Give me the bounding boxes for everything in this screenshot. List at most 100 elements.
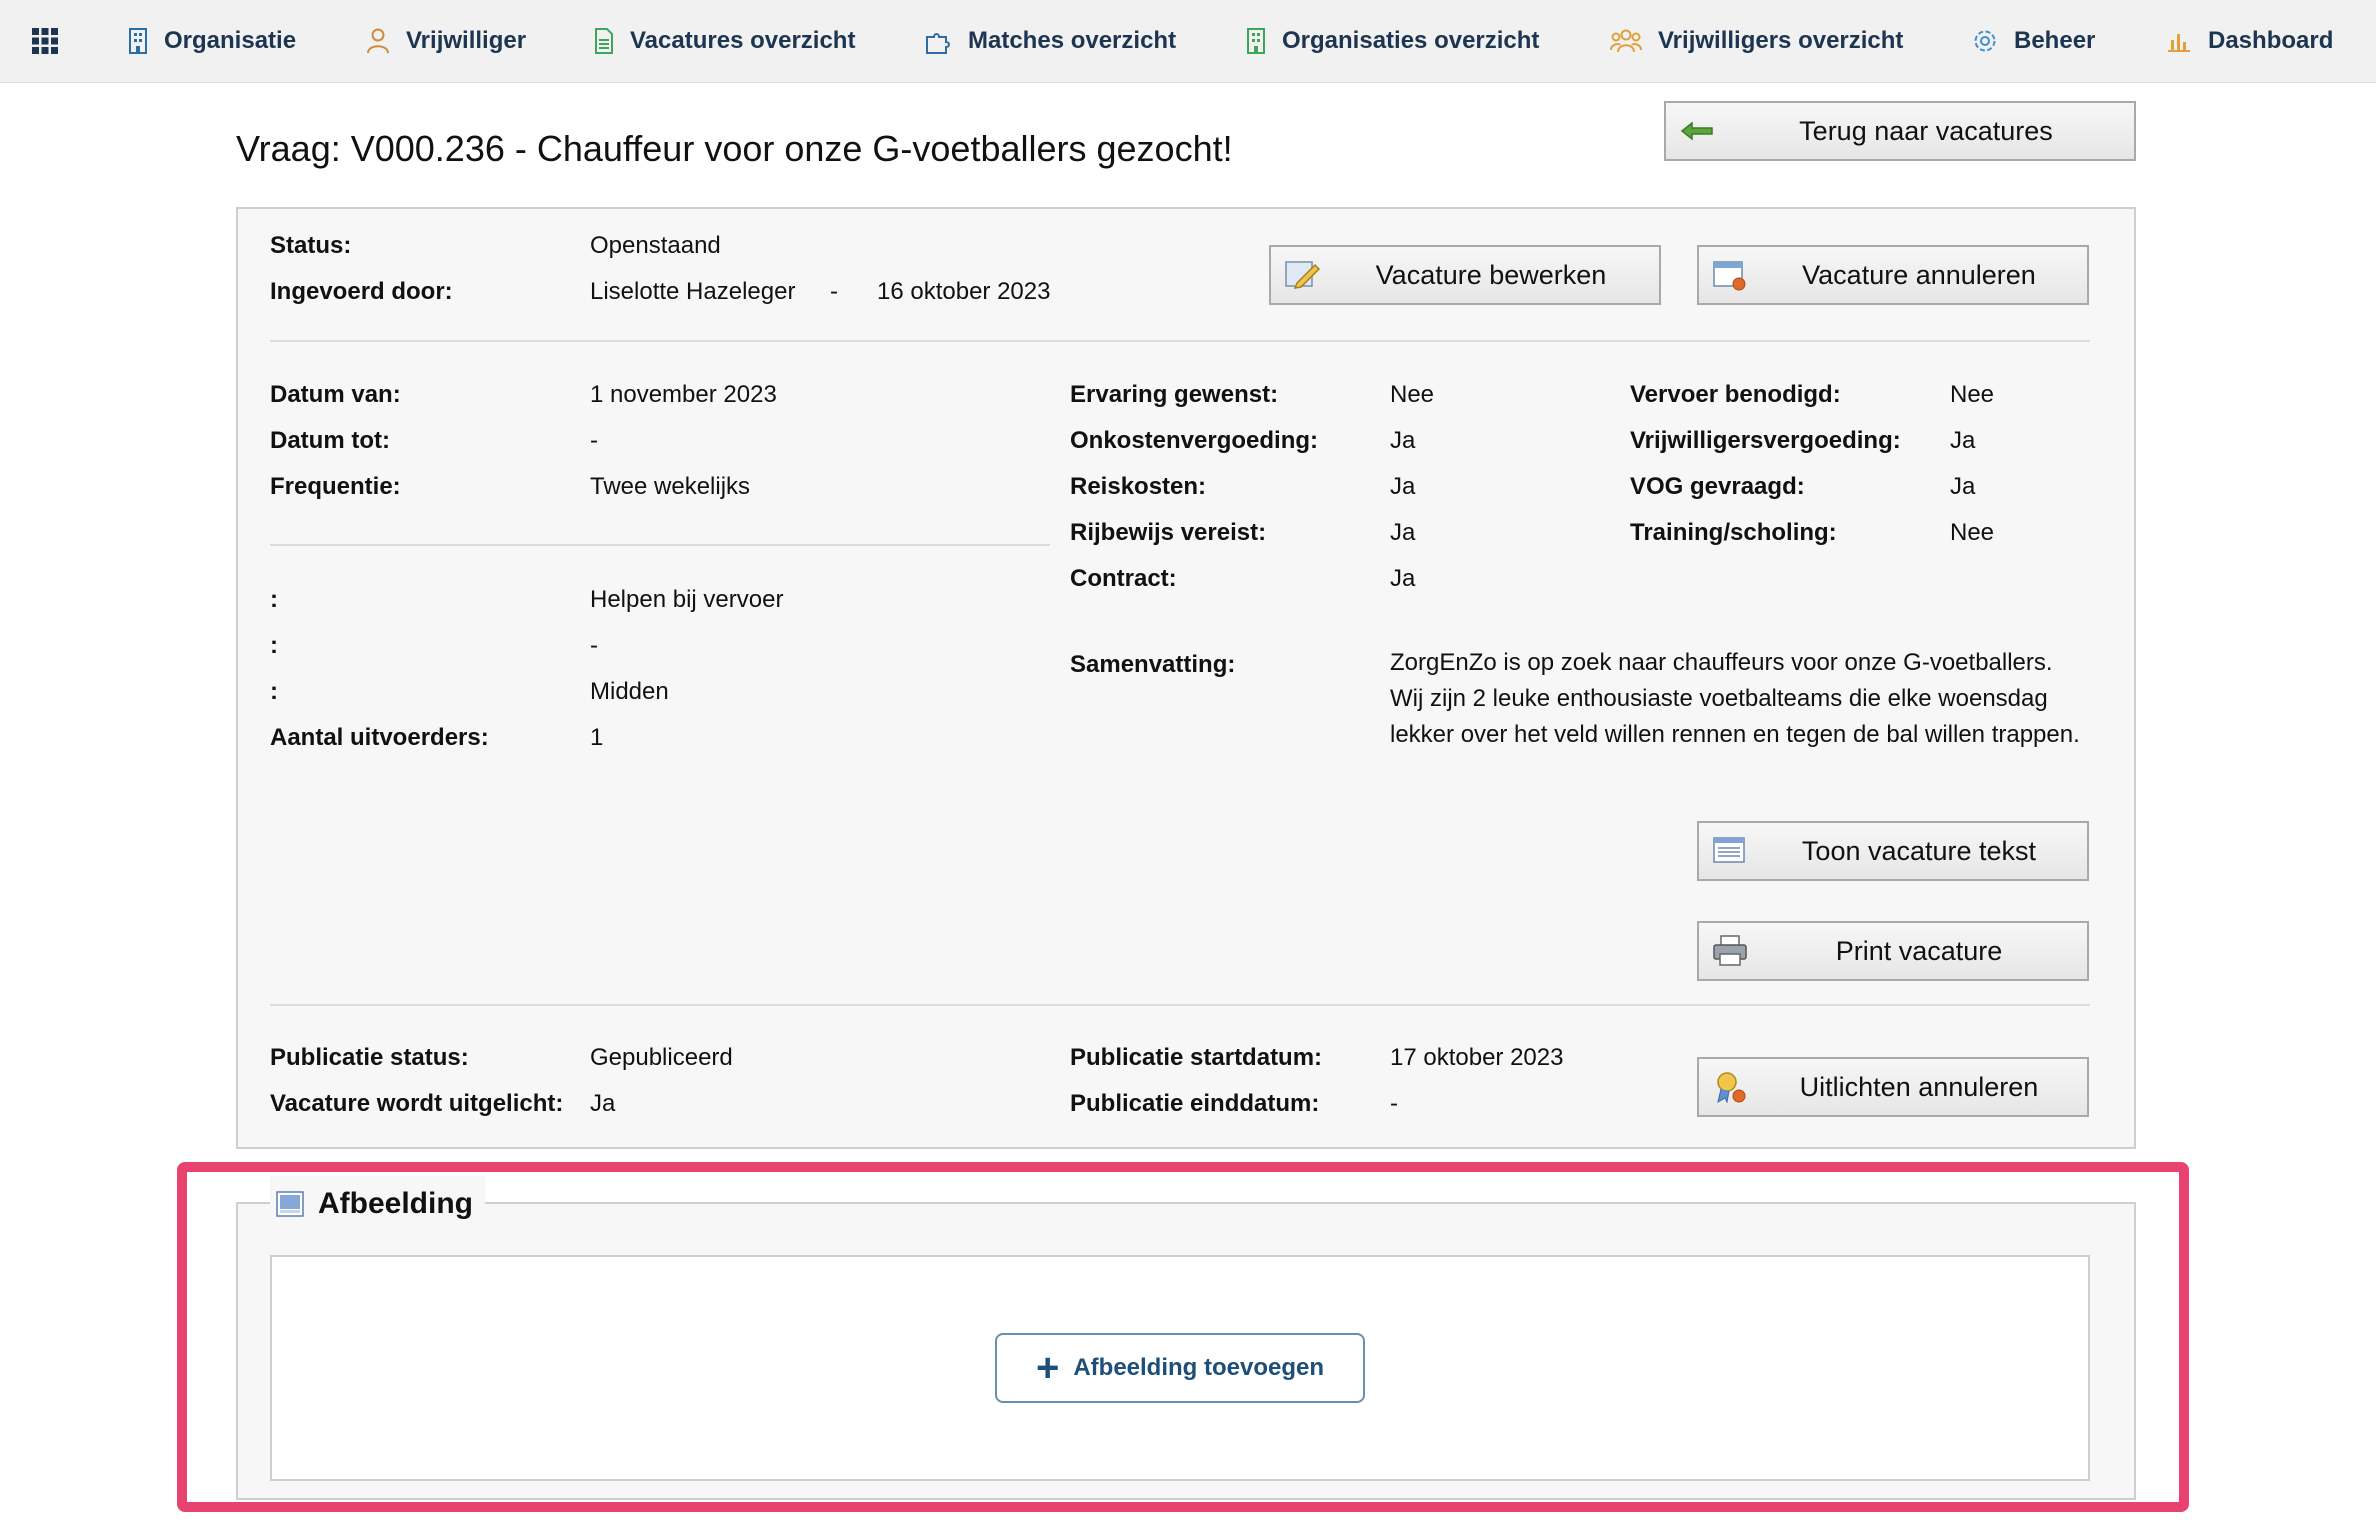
nav-item-vacatures-overzicht[interactable]: Vacatures overzicht	[594, 0, 855, 82]
requirement-value: Ja	[1950, 427, 1976, 454]
detail-label: :	[270, 632, 278, 659]
publication-start-label: Publicatie startdatum:	[1070, 1044, 1323, 1071]
divider	[270, 1004, 2090, 1006]
printer-icon	[1713, 935, 1747, 966]
nav-item-beheer[interactable]: Beheer	[1972, 0, 2095, 82]
nav-item-vrijwilligers-overzicht[interactable]: Vrijwilligers overzicht	[1610, 0, 1903, 82]
frequency-value: Twee wekelijks	[590, 473, 751, 500]
requirement-label: Reiskosten:	[1070, 473, 1207, 500]
entered-separator: -	[830, 278, 838, 305]
requirement-label: Vrijwilligersvergoeding:	[1630, 427, 1901, 454]
group-icon	[1610, 29, 1642, 53]
apps-menu-button[interactable]	[32, 0, 58, 82]
publication-end-value: -	[1390, 1090, 1398, 1117]
divider	[270, 544, 1050, 546]
requirement-label: Rijbewijs vereist:	[1070, 519, 1267, 546]
nav-label: Vacatures overzicht	[630, 27, 856, 54]
window-cancel-icon	[1713, 261, 1746, 291]
requirement-label: Onkostenvergoeding:	[1070, 427, 1319, 454]
featured-value: Ja	[590, 1090, 616, 1117]
summary-line: ZorgEnZo is op zoek naar chauffeurs voor…	[1390, 649, 2053, 676]
frequency-label: Frequentie:	[270, 473, 401, 500]
button-label: Print vacature	[1835, 935, 2003, 966]
requirement-value: Nee	[1950, 519, 1995, 546]
cancel-vacancy-button[interactable]: Vacature annuleren	[1697, 245, 2089, 305]
requirement-value: Ja	[1390, 427, 1416, 454]
cancel-feature-button[interactable]: Uitlichten annuleren	[1697, 1057, 2089, 1117]
performers-label: Aantal uitvoerders:	[270, 724, 489, 751]
status-value: Openstaand	[590, 232, 721, 259]
date-from-label: Datum van:	[270, 381, 401, 408]
edit-vacancy-button[interactable]: Vacature bewerken	[1269, 245, 1661, 305]
nav-label: Organisatie	[164, 27, 297, 54]
top-navigation: Organisatie Vrijwilliger Vacatures overz…	[0, 0, 2376, 83]
nav-label: Organisaties overzicht	[1282, 27, 1540, 54]
publication-start-value: 17 oktober 2023	[1390, 1044, 1564, 1071]
summary-label: Samenvatting:	[1070, 651, 1236, 678]
building-icon	[129, 28, 147, 54]
entered-by-value: Liselotte Hazeleger	[590, 278, 796, 305]
button-label: Afbeelding toevoegen	[1073, 1354, 1325, 1381]
image-section-title: Afbeelding	[318, 1187, 473, 1220]
requirement-label: Training/scholing:	[1630, 519, 1837, 546]
detail-value: -	[590, 632, 598, 659]
show-vacancy-text-button[interactable]: Toon vacature tekst	[1697, 821, 2089, 881]
grid-icon	[32, 28, 58, 54]
featured-label: Vacature wordt uitgelicht:	[270, 1090, 564, 1117]
entered-by-label: Ingevoerd door:	[270, 278, 453, 305]
status-label: Status:	[270, 232, 352, 259]
requirement-value: Ja	[1390, 473, 1416, 500]
requirement-label: Contract:	[1070, 565, 1177, 592]
back-to-vacancies-button[interactable]: Terug naar vacatures	[1664, 101, 2136, 161]
nav-item-vrijwilliger[interactable]: Vrijwilliger	[366, 0, 526, 82]
summary-line: Wij zijn 2 leuke enthousiaste voetbaltea…	[1390, 685, 2048, 712]
requirement-value: Ja	[1390, 565, 1416, 592]
date-to-value: -	[590, 427, 598, 454]
nav-item-dashboard[interactable]: Dashboard	[2166, 0, 2333, 82]
plus-icon: +	[1035, 1346, 1060, 1390]
divider	[270, 340, 2090, 342]
add-image-button[interactable]: + Afbeelding toevoegen	[995, 1333, 1365, 1403]
publication-end-label: Publicatie einddatum:	[1070, 1090, 1320, 1117]
performers-value: 1	[590, 724, 604, 751]
award-cancel-icon	[1717, 1072, 1746, 1104]
nav-item-organisatie[interactable]: Organisatie	[128, 0, 296, 82]
publication-status-label: Publicatie status:	[270, 1044, 469, 1071]
detail-label: :	[270, 586, 278, 613]
arrow-left-icon	[1680, 121, 1713, 141]
requirement-value: Ja	[1950, 473, 1976, 500]
requirement-value: Nee	[1390, 381, 1435, 408]
bar-chart-icon	[2168, 34, 2190, 52]
requirement-label: Vervoer benodigd:	[1630, 381, 1841, 408]
image-section-legend: Afbeelding	[270, 1176, 485, 1232]
document-icon	[595, 28, 613, 54]
publication-status-value: Gepubliceerd	[590, 1044, 733, 1071]
nav-label: Dashboard	[2208, 27, 2334, 54]
date-to-label: Datum tot:	[270, 427, 390, 454]
requirement-value: Ja	[1390, 519, 1416, 546]
button-label: Terug naar vacatures	[1799, 115, 2053, 146]
nav-label: Vrijwilliger	[406, 27, 527, 54]
summary-line: lekker over het veld willen rennen en te…	[1390, 721, 2080, 748]
requirement-value: Nee	[1950, 381, 1995, 408]
requirement-label: Ervaring gewenst:	[1070, 381, 1279, 408]
summary-text: ZorgEnZo is op zoek naar chauffeurs voor…	[1390, 645, 2110, 753]
nav-item-matches-overzicht[interactable]: Matches overzicht	[924, 0, 1176, 82]
picture-icon	[276, 1191, 304, 1217]
detail-value: Helpen bij vervoer	[590, 586, 784, 613]
page-title: Vraag: V000.236 - Chauffeur voor onze G-…	[236, 128, 1233, 169]
detail-label: :	[270, 678, 278, 705]
button-label: Uitlichten annuleren	[1799, 1071, 2039, 1102]
date-from-value: 1 november 2023	[590, 381, 777, 408]
requirement-label: VOG gevraagd:	[1630, 473, 1805, 500]
entered-date: 16 oktober 2023	[877, 278, 1051, 305]
detail-value: Midden	[590, 678, 669, 705]
button-label: Toon vacature tekst	[1801, 835, 2037, 866]
text-window-icon	[1713, 837, 1745, 863]
print-vacancy-button[interactable]: Print vacature	[1697, 921, 2089, 981]
puzzle-icon	[926, 33, 950, 54]
nav-item-organisaties-overzicht[interactable]: Organisaties overzicht	[1246, 0, 1539, 82]
gear-icon	[1974, 30, 1996, 52]
edit-icon	[1285, 261, 1321, 289]
building-icon	[1247, 28, 1265, 54]
